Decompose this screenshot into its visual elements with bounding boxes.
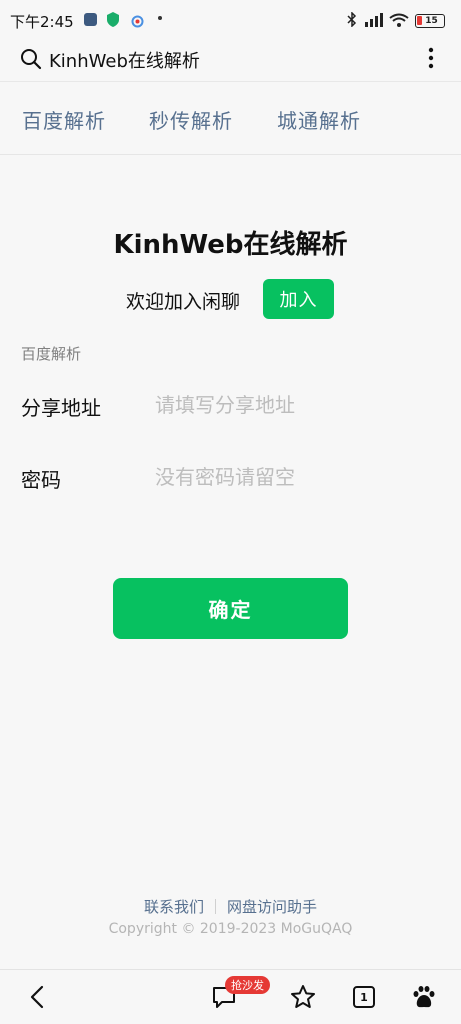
copyright-text: Copyright © 2019-2023 MoGuQAQ (108, 921, 353, 937)
share-address-input[interactable] (155, 388, 435, 422)
join-button[interactable]: 加入 (263, 279, 334, 319)
shield-icon (106, 12, 120, 31)
status-time: 下午2:45 (10, 13, 74, 31)
helper-link[interactable]: 网盘访问助手 (227, 896, 317, 917)
page-url-title[interactable]: KinhWeb在线解析 (49, 47, 200, 73)
app-notification-icon (84, 13, 97, 26)
password-input[interactable] (155, 460, 435, 494)
status-right-icons: 15 (347, 11, 445, 30)
tab-baidu[interactable]: 百度解析 (22, 105, 106, 134)
tab-chengtong[interactable]: 城通解析 (277, 105, 361, 134)
paw-icon[interactable] (411, 984, 437, 1010)
battery-level: 15 (425, 16, 438, 26)
footer-links: 联系我们 网盘访问助手 (0, 896, 461, 917)
footer-divider (215, 899, 216, 914)
page-title: KinhWeb在线解析 (113, 230, 348, 260)
welcome-text: 欢迎加入闲聊 (126, 291, 241, 313)
comment-badge: 抢沙发 (225, 976, 270, 994)
tab-count-icon[interactable]: 1 (353, 986, 375, 1008)
search-icon[interactable] (20, 48, 42, 70)
share-address-label: 分享地址 (21, 396, 101, 420)
battery-icon: 15 (415, 14, 445, 28)
contact-link[interactable]: 联系我们 (144, 896, 204, 917)
wifi-icon (389, 13, 409, 30)
tab-miaochuan[interactable]: 秒传解析 (149, 105, 233, 134)
password-label: 密码 (21, 468, 61, 492)
star-icon[interactable] (290, 984, 316, 1010)
more-notifications-dot (158, 16, 162, 20)
signal-icon (363, 12, 383, 30)
more-menu-icon[interactable] (424, 46, 438, 70)
section-label: 百度解析 (21, 345, 82, 363)
browser-notification-icon (131, 13, 144, 32)
confirm-button[interactable]: 确定 (113, 578, 348, 639)
back-icon[interactable] (25, 984, 51, 1010)
bluetooth-icon (347, 11, 357, 30)
